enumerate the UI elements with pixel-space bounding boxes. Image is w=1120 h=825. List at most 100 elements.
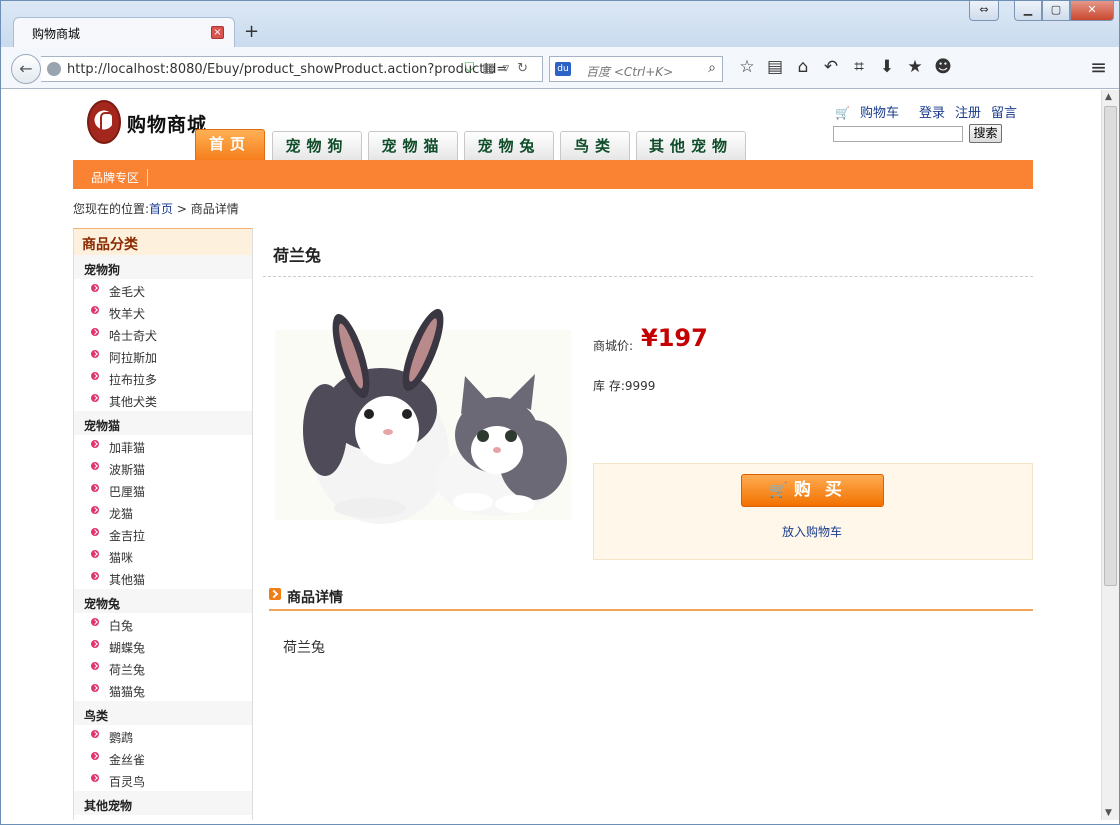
sidebar-category-other[interactable]: 其他宠物	[74, 791, 252, 815]
hamburger-menu-icon[interactable]: ≡	[1090, 55, 1107, 79]
title-divider	[263, 276, 1033, 277]
sidebar-item[interactable]: 金丝雀	[74, 747, 252, 769]
breadcrumb-prefix: 您现在的位置:	[73, 202, 150, 216]
site-search-button[interactable]: 搜索	[969, 124, 1002, 143]
nav-tab-home[interactable]: 首页	[195, 129, 265, 160]
stock-value: 9999	[624, 379, 656, 393]
back-button[interactable]: ←	[11, 54, 41, 84]
reload-icon[interactable]: ↻	[517, 61, 536, 76]
shield-icon[interactable]: ⛉	[465, 61, 483, 76]
breadcrumb: 您现在的位置:首页 > 商品详情	[73, 200, 239, 217]
breadcrumb-current: 商品详情	[190, 202, 239, 216]
register-link[interactable]: 注册	[955, 106, 981, 121]
message-link[interactable]: 留言	[991, 106, 1017, 121]
smiley-icon[interactable]: ☻	[929, 57, 957, 77]
scroll-thumb[interactable]	[1104, 106, 1117, 586]
bullet-arrow-icon	[91, 440, 99, 448]
download-icon[interactable]: ⬇	[873, 57, 901, 77]
sidebar-item[interactable]: 加菲猫	[74, 435, 252, 457]
sidebar-item[interactable]: 牧羊犬	[74, 301, 252, 323]
sidebar-item[interactable]: 猫咪	[74, 545, 252, 567]
detail-section-header: 商品详情	[269, 587, 1033, 611]
sidebar-item[interactable]: 巴厘猫	[74, 479, 252, 501]
bookmark-star-icon[interactable]: ☆	[733, 57, 761, 77]
bullet-arrow-icon	[91, 372, 99, 380]
login-link[interactable]: 登录	[919, 106, 945, 121]
globe-icon	[47, 62, 61, 76]
sidebar-item-label: 牧羊犬	[109, 307, 146, 321]
minimize-button[interactable]: ▁	[1014, 1, 1042, 21]
sidebar-item-label: 加菲猫	[109, 441, 146, 455]
add-to-cart-link[interactable]: 放入购物车	[782, 523, 842, 540]
crop-icon[interactable]: ⌗	[845, 57, 873, 77]
sidebar-item[interactable]: 龙猫	[74, 501, 252, 523]
sidebar-item[interactable]: 阿拉斯加	[74, 345, 252, 367]
page-viewport: 购物商城 首页 宠物狗 宠物猫 宠物兔 鸟类 其他宠物 🛒 购物车 登录 注册 留言 搜…	[1, 90, 1101, 820]
sidebar-item[interactable]: 猫猫兔	[74, 679, 252, 701]
tab-close-icon[interactable]: ×	[211, 26, 224, 39]
sidebar-item[interactable]: 哈士奇犬	[74, 323, 252, 345]
sidebar-item[interactable]: 蝴蝶兔	[74, 635, 252, 657]
magnifier-icon[interactable]: ⌕	[708, 60, 716, 76]
nav-tab-rabbits[interactable]: 宠物兔	[464, 131, 554, 160]
sidebar-category-dogs[interactable]: 宠物狗	[74, 255, 252, 279]
bullet-arrow-icon	[91, 506, 99, 514]
sidebar-item-label: 荷兰兔	[109, 663, 146, 677]
buy-button[interactable]: 🛒 购买	[741, 474, 884, 507]
sidebar-category-cats[interactable]: 宠物猫	[74, 411, 252, 435]
search-bar[interactable]: du 百度 <Ctrl+K> ⌕	[549, 56, 723, 82]
sidebar-item[interactable]: 其他犬类	[74, 389, 252, 411]
sidebar-item[interactable]: 拉布拉多	[74, 367, 252, 389]
nav-tab-dogs[interactable]: 宠物狗	[272, 131, 362, 160]
site-logo[interactable]: 购物商城	[87, 100, 207, 150]
sidebar-item[interactable]: 金吉拉	[74, 523, 252, 545]
nav-tab-cats[interactable]: 宠物猫	[368, 131, 458, 160]
brand-zone-link[interactable]: 品牌专区	[91, 169, 149, 186]
sidebar-item-label: 巴厘猫	[109, 485, 146, 499]
browser-tab[interactable]: 购物商城 ×	[13, 17, 235, 47]
restore-icon[interactable]: ⇔	[969, 1, 999, 21]
sidebar-item-label: 猫猫兔	[109, 685, 146, 699]
baidu-icon[interactable]: du	[555, 62, 571, 76]
buy-button-label: 购买	[793, 480, 856, 500]
sidebar-item[interactable]: 百灵鸟	[74, 769, 252, 791]
bullet-arrow-icon	[91, 528, 99, 536]
bullet-arrow-icon	[91, 550, 99, 558]
scroll-up-icon[interactable]: ▲	[1105, 92, 1112, 102]
url-text[interactable]: http://localhost:8080/Ebuy/product_showP…	[67, 62, 507, 77]
nav-tab-other-pets[interactable]: 其他宠物	[636, 131, 746, 160]
sidebar-item-label: 龙猫	[109, 507, 134, 521]
nav-tab-birds[interactable]: 鸟类	[560, 131, 630, 160]
product-image[interactable]	[275, 290, 571, 530]
sidebar-item[interactable]: 其他猫	[74, 567, 252, 589]
extension-icon[interactable]: ★	[901, 57, 929, 77]
bullet-arrow-icon	[91, 306, 99, 314]
bullet-arrow-icon	[91, 394, 99, 402]
maximize-button[interactable]: ▢	[1042, 1, 1070, 21]
sidebar-category-birds[interactable]: 鸟类	[74, 701, 252, 725]
undo-icon[interactable]: ↶	[817, 57, 845, 77]
vertical-scrollbar[interactable]: ▲ ▼	[1101, 90, 1119, 820]
address-bar[interactable]: http://localhost:8080/Ebuy/product_showP…	[41, 56, 543, 82]
home-icon[interactable]: ⌂	[789, 57, 817, 77]
qr-code-icon[interactable]: ▦	[482, 61, 502, 76]
sidebar-item[interactable]: 鹦鹉	[74, 725, 252, 747]
breadcrumb-home-link[interactable]: 首页	[149, 202, 173, 216]
cart-link[interactable]: 🛒 购物车	[835, 106, 909, 121]
sidebar-item[interactable]: 荷兰兔	[74, 657, 252, 679]
close-window-button[interactable]: ✕	[1070, 1, 1114, 21]
cart-icon: 🛒	[769, 481, 788, 499]
scroll-down-icon[interactable]: ▼	[1105, 808, 1112, 818]
sidebar-item-label: 鹦鹉	[109, 731, 134, 745]
sidebar-item[interactable]: 白兔	[74, 613, 252, 635]
bullet-arrow-icon	[91, 462, 99, 470]
new-tab-button[interactable]: +	[244, 21, 259, 42]
bullet-arrow-icon	[91, 618, 99, 626]
sidebar-item[interactable]: 金毛犬	[74, 279, 252, 301]
sidebar-category-rabbits[interactable]: 宠物兔	[74, 589, 252, 613]
reader-icon[interactable]: ▤	[761, 57, 789, 77]
sidebar-item[interactable]: 波斯猫	[74, 457, 252, 479]
sidebar-item-label: 其他猫	[109, 573, 146, 587]
dropdown-icon[interactable]: ▿	[503, 61, 518, 76]
site-search-input[interactable]	[833, 126, 963, 142]
